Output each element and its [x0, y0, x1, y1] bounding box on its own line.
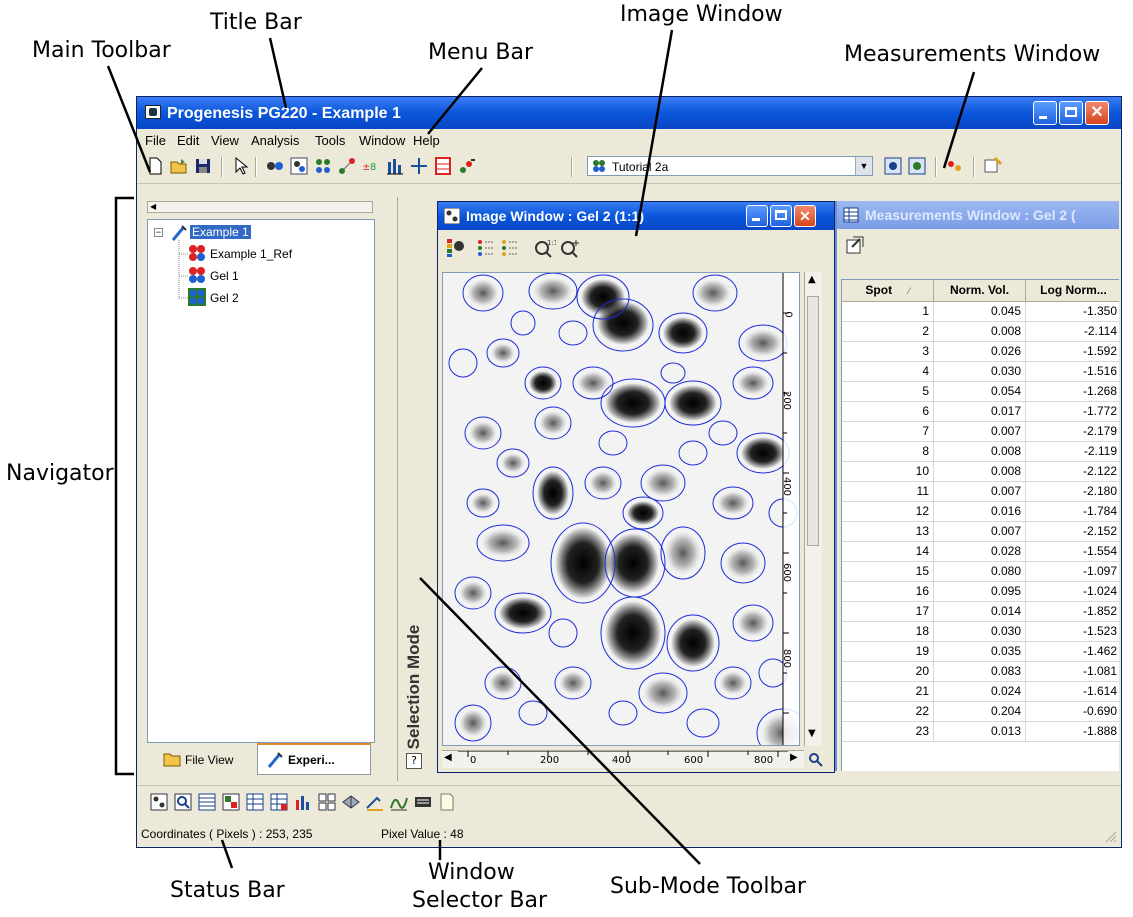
annotation-lines	[106, 29, 976, 869]
